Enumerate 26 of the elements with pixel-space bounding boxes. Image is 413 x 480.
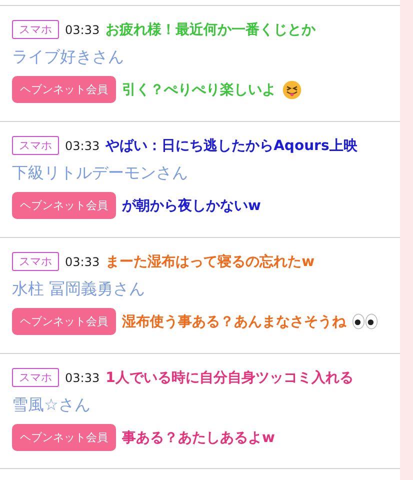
post-time: 03:33 [65, 370, 100, 384]
post-time: 03:33 [65, 138, 100, 152]
overlay-comment: 湿布使う事ある？あんまなさそうね [122, 312, 346, 330]
device-badge: スマホ [12, 136, 59, 155]
overlay-comment: 1人でいる時に自分自身ツッコミ入れる [106, 368, 354, 386]
overlay-comment: が朝から夜しかないw [122, 196, 261, 214]
eyes-icon [352, 313, 378, 330]
overlay-comment: まーた湿布はって寝るの忘れたw [106, 252, 315, 270]
tongue-face-icon [282, 80, 302, 100]
member-button[interactable]: ヘブンネット会員 [12, 192, 116, 219]
post-time: 03:33 [65, 22, 100, 36]
user-name[interactable]: 水柱 冨岡義勇さん [12, 279, 146, 300]
member-button[interactable]: ヘブンネット会員 [12, 308, 116, 335]
member-button[interactable]: ヘブンネット会員 [12, 424, 116, 451]
overlay-comment: 事ある？あたしあるよw [122, 428, 275, 446]
post-time: 03:33 [65, 254, 100, 268]
user-name[interactable]: 下級リトルデーモンさん [12, 163, 188, 184]
overlay-comment: やばい：日にち逃したからAqours上映 [106, 136, 358, 154]
user-name[interactable]: 雪風☆さん [12, 395, 90, 416]
device-badge: スマホ [12, 368, 59, 387]
member-button[interactable]: ヘブンネット会員 [12, 76, 116, 103]
overlay-comment: お疲れ様！最近何か一番くじとか [106, 20, 316, 38]
device-badge: スマホ [12, 252, 59, 271]
device-badge: スマホ [12, 20, 59, 39]
overlay-comment: 引く？ぺりぺり楽しいよ [122, 80, 276, 98]
user-name[interactable]: ライブ好きさん [12, 47, 124, 68]
